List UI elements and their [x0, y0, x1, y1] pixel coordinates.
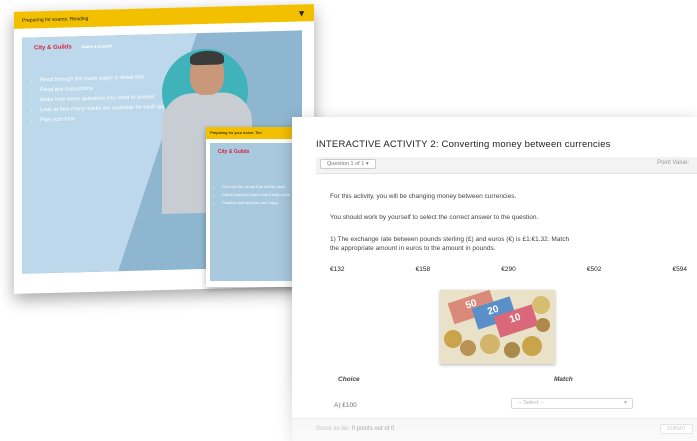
euro-option: €594: [672, 266, 687, 273]
point-value-label: Point Value:: [657, 160, 689, 166]
submit-button[interactable]: SUBMIT: [660, 424, 693, 434]
euro-options: €132 €158 €290 €502 €594: [330, 266, 687, 273]
chevron-down-icon: ▾: [623, 400, 627, 406]
bullet-item: Find out the venue that will be used: [222, 183, 290, 191]
instruction-text: You should work by yourself to select th…: [330, 214, 539, 221]
euro-option: €290: [501, 266, 516, 273]
coin: [522, 336, 542, 356]
coin: [504, 342, 520, 358]
euro-option: €158: [415, 266, 431, 273]
match-select[interactable]: -- Select -- ▾: [511, 398, 633, 409]
choice-label: A) £100: [334, 402, 357, 409]
coin: [532, 296, 550, 314]
bullet-item: Check that you know how it may come: [222, 191, 290, 199]
activity-title: INTERACTIVE ACTIVITY 2: Converting money…: [316, 139, 611, 150]
video-title: Preparing for exams: Reading: [22, 15, 89, 24]
activity-toolbar: Question 1 of 1 ▾ Point Value:: [316, 157, 697, 174]
intro-text: For this activity, you will be changing …: [330, 193, 517, 200]
coin: [460, 340, 476, 356]
choice-header: Choice: [338, 376, 360, 383]
video-header-bar[interactable]: Preparing for exams: Reading ▼: [14, 4, 314, 29]
question-text: 1) The exchange rate between pounds ster…: [330, 236, 570, 252]
mini-bullet-list: Find out the venue that will be used Che…: [214, 183, 290, 207]
match-header: Match: [554, 376, 573, 383]
score-display: Score so far: 0 points out of 0: [316, 426, 395, 432]
video-bullet-list: Read through the exam paper in detail fi…: [32, 72, 178, 126]
dropdown-caret-icon[interactable]: ▼: [297, 8, 306, 18]
euro-option: €502: [586, 266, 602, 273]
euro-option: €132: [330, 266, 345, 273]
activity-footer: Score so far: 0 points out of 0 SUBMIT: [292, 418, 697, 441]
question-selector[interactable]: Question 1 of 1 ▾: [320, 159, 376, 169]
mini-brand-logo: City & Guilds: [218, 149, 250, 155]
bullet-item: Practise and test you are happy: [222, 199, 290, 207]
presenter-hair: [190, 50, 224, 66]
activity-card: INTERACTIVE ACTIVITY 2: Converting money…: [292, 117, 697, 441]
coin: [480, 334, 500, 354]
coin: [536, 318, 550, 332]
euro-money-image: 50 20 10: [440, 290, 555, 364]
